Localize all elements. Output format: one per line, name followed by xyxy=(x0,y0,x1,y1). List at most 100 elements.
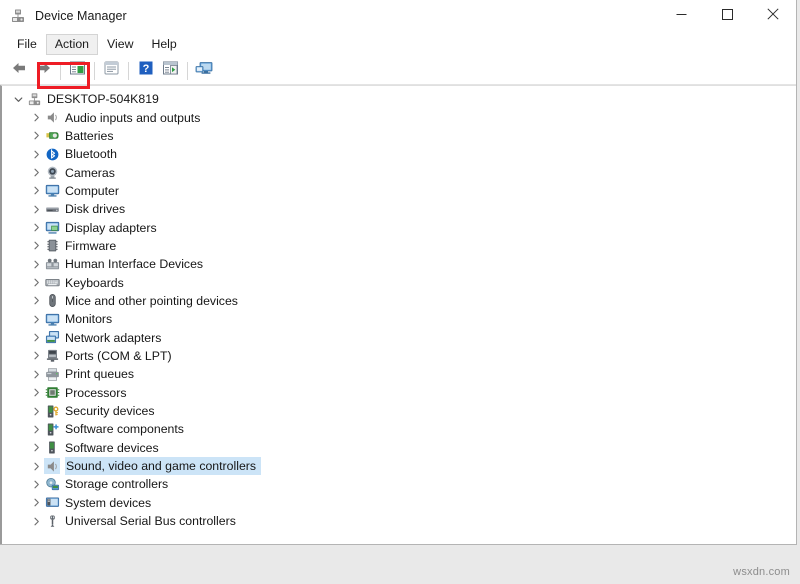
menu-item-file[interactable]: File xyxy=(8,34,46,55)
monitor-icon xyxy=(44,311,60,327)
chevron-down-icon[interactable] xyxy=(10,90,26,108)
tree-root-label: DESKTOP-504K819 xyxy=(47,90,164,108)
tree-item-batteries[interactable]: Batteries xyxy=(2,127,796,145)
speaker-icon xyxy=(44,458,60,474)
scan-hardware-changes-button[interactable] xyxy=(192,59,217,82)
tree-item-sound-video-and-game-controllers[interactable]: Sound, video and game controllers xyxy=(2,457,796,475)
chevron-right-icon[interactable] xyxy=(28,329,44,347)
tree-item-label: Batteries xyxy=(65,127,119,145)
chevron-right-icon[interactable] xyxy=(28,109,44,127)
chevron-right-icon[interactable] xyxy=(28,145,44,163)
chevron-right-icon[interactable] xyxy=(28,237,44,255)
forward-button[interactable] xyxy=(31,59,56,82)
chevron-right-icon[interactable] xyxy=(28,127,44,145)
tree-item-label: Computer xyxy=(65,182,124,200)
tree-root-node[interactable]: DESKTOP-504K819 xyxy=(2,90,796,108)
chevron-right-icon[interactable] xyxy=(28,439,44,457)
chevron-right-icon[interactable] xyxy=(28,402,44,420)
window-controls xyxy=(658,0,796,32)
tree-item-system-devices[interactable]: System devices xyxy=(2,494,796,512)
tree-item-label: Security devices xyxy=(65,402,160,420)
menu-item-action[interactable]: Action xyxy=(46,34,98,55)
close-icon xyxy=(767,7,779,25)
tree-item-label: Keyboards xyxy=(65,274,129,292)
update-driver-icon xyxy=(162,60,179,81)
disk-drive-icon xyxy=(44,201,60,217)
tree-item-label: Mice and other pointing devices xyxy=(65,292,243,310)
tree-item-label: Display adapters xyxy=(65,219,162,237)
tree-item-software-components[interactable]: Software components xyxy=(2,420,796,438)
tree-item-security-devices[interactable]: Security devices xyxy=(2,402,796,420)
tree-item-mice-and-other-pointing-devices[interactable]: Mice and other pointing devices xyxy=(2,292,796,310)
chevron-right-icon[interactable] xyxy=(28,274,44,292)
device-manager-window: Device Manager xyxy=(0,0,797,545)
chevron-right-icon[interactable] xyxy=(28,512,44,530)
title-bar-left: Device Manager xyxy=(0,8,127,24)
chevron-right-icon[interactable] xyxy=(28,292,44,310)
tree-item-firmware[interactable]: Firmware xyxy=(2,237,796,255)
software-device-icon xyxy=(44,440,60,456)
tree-item-label: Storage controllers xyxy=(65,475,173,493)
tree-item-label: Monitors xyxy=(65,310,117,328)
tree-item-storage-controllers[interactable]: Storage controllers xyxy=(2,475,796,493)
chevron-right-icon[interactable] xyxy=(28,347,44,365)
tree-item-software-devices[interactable]: Software devices xyxy=(2,439,796,457)
chevron-right-icon[interactable] xyxy=(28,182,44,200)
tree-item-label: Human Interface Devices xyxy=(65,255,208,273)
menu-item-view[interactable]: View xyxy=(98,34,142,55)
tree-item-bluetooth[interactable]: Bluetooth xyxy=(2,145,796,163)
tree-item-label: Software components xyxy=(65,420,189,438)
chevron-right-icon[interactable] xyxy=(28,384,44,402)
tree-item-disk-drives[interactable]: Disk drives xyxy=(2,200,796,218)
chevron-right-icon[interactable] xyxy=(28,310,44,328)
menu-item-help[interactable]: Help xyxy=(142,34,185,55)
show-hide-console-tree-icon xyxy=(69,60,86,81)
tree-item-computer[interactable]: Computer xyxy=(2,182,796,200)
tree-item-cameras[interactable]: Cameras xyxy=(2,163,796,181)
chevron-right-icon[interactable] xyxy=(28,365,44,383)
back-button[interactable] xyxy=(6,59,31,82)
mouse-icon xyxy=(44,293,60,309)
device-tree-pane[interactable]: DESKTOP-504K819 Audio inputs and outputs xyxy=(0,85,796,544)
battery-icon xyxy=(44,128,60,144)
chevron-right-icon[interactable] xyxy=(28,494,44,512)
tree-item-label: System devices xyxy=(65,494,156,512)
processor-icon xyxy=(44,385,60,401)
show-hide-console-tree-button[interactable] xyxy=(65,59,90,82)
tree-item-monitors[interactable]: Monitors xyxy=(2,310,796,328)
chevron-right-icon[interactable] xyxy=(28,475,44,493)
update-driver-button[interactable] xyxy=(158,59,183,82)
close-button[interactable] xyxy=(750,0,796,32)
help-icon: ? xyxy=(138,60,154,81)
toolbar-separator xyxy=(187,62,188,80)
chevron-right-icon[interactable] xyxy=(28,200,44,218)
storage-controller-icon xyxy=(44,476,60,492)
maximize-button[interactable] xyxy=(704,0,750,32)
toolbar-separator xyxy=(128,62,129,80)
tree-item-audio-inputs-and-outputs[interactable]: Audio inputs and outputs xyxy=(2,108,796,126)
chevron-right-icon[interactable] xyxy=(28,164,44,182)
software-component-icon xyxy=(44,421,60,437)
chevron-right-icon[interactable] xyxy=(28,420,44,438)
chevron-right-icon[interactable] xyxy=(28,219,44,237)
tree-item-ports-com-and-lpt[interactable]: Ports (COM & LPT) xyxy=(2,347,796,365)
minimize-button[interactable] xyxy=(658,0,704,32)
tree-item-network-adapters[interactable]: Network adapters xyxy=(2,328,796,346)
speaker-icon xyxy=(44,110,60,126)
help-button[interactable]: ? xyxy=(133,59,158,82)
watermark: wsxdn.com xyxy=(733,566,790,578)
tree-item-processors[interactable]: Processors xyxy=(2,384,796,402)
tree-item-keyboards[interactable]: Keyboards xyxy=(2,273,796,291)
window-title: Device Manager xyxy=(35,9,127,23)
tree-item-display-adapters[interactable]: Display adapters xyxy=(2,218,796,236)
maximize-icon xyxy=(722,7,733,25)
tree-item-universal-serial-bus-controllers[interactable]: Universal Serial Bus controllers xyxy=(2,512,796,530)
tree-item-human-interface-devices[interactable]: Human Interface Devices xyxy=(2,255,796,273)
scan-hardware-changes-icon xyxy=(195,60,214,81)
chevron-right-icon[interactable] xyxy=(28,255,44,273)
chevron-right-icon[interactable] xyxy=(28,457,44,475)
properties-button[interactable] xyxy=(99,59,124,82)
tree-item-label: Bluetooth xyxy=(65,145,122,163)
title-bar: Device Manager xyxy=(0,0,796,32)
tree-item-print-queues[interactable]: Print queues xyxy=(2,365,796,383)
